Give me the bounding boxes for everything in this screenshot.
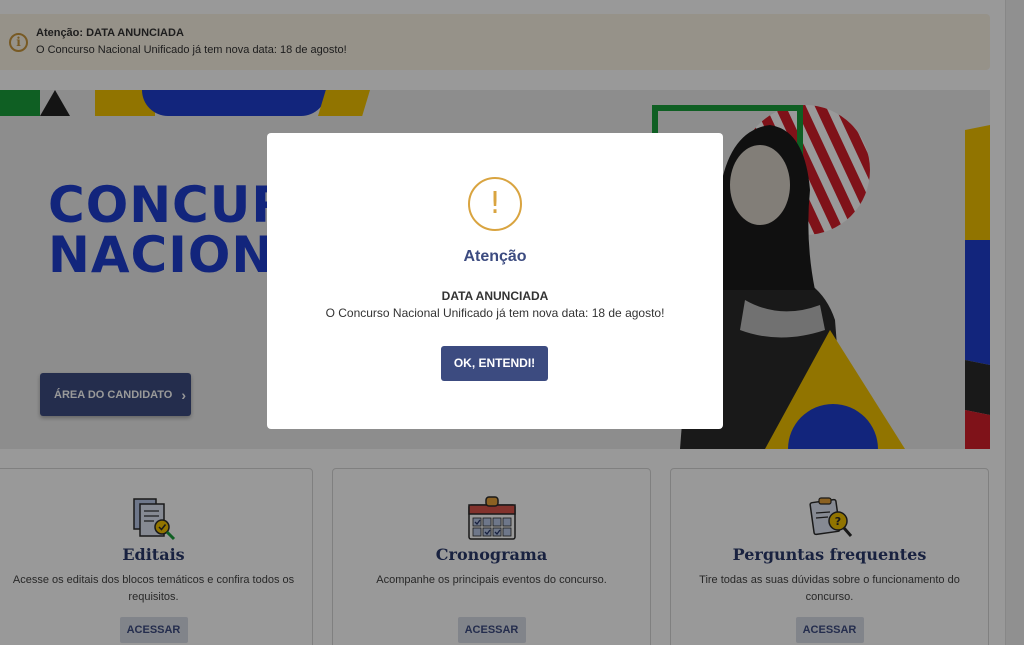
modal-text: O Concurso Nacional Unificado já tem nov… [325,306,665,320]
modal-overlay[interactable]: ! Atenção DATA ANUNCIADA O Concurso Naci… [0,0,1024,645]
modal-subtitle: DATA ANUNCIADA [441,289,549,303]
exclamation-icon: ! [468,177,522,231]
modal-title: Atenção [463,248,527,265]
attention-modal: ! Atenção DATA ANUNCIADA O Concurso Naci… [267,133,723,429]
ok-understood-button[interactable]: OK, ENTENDI! [441,346,548,381]
